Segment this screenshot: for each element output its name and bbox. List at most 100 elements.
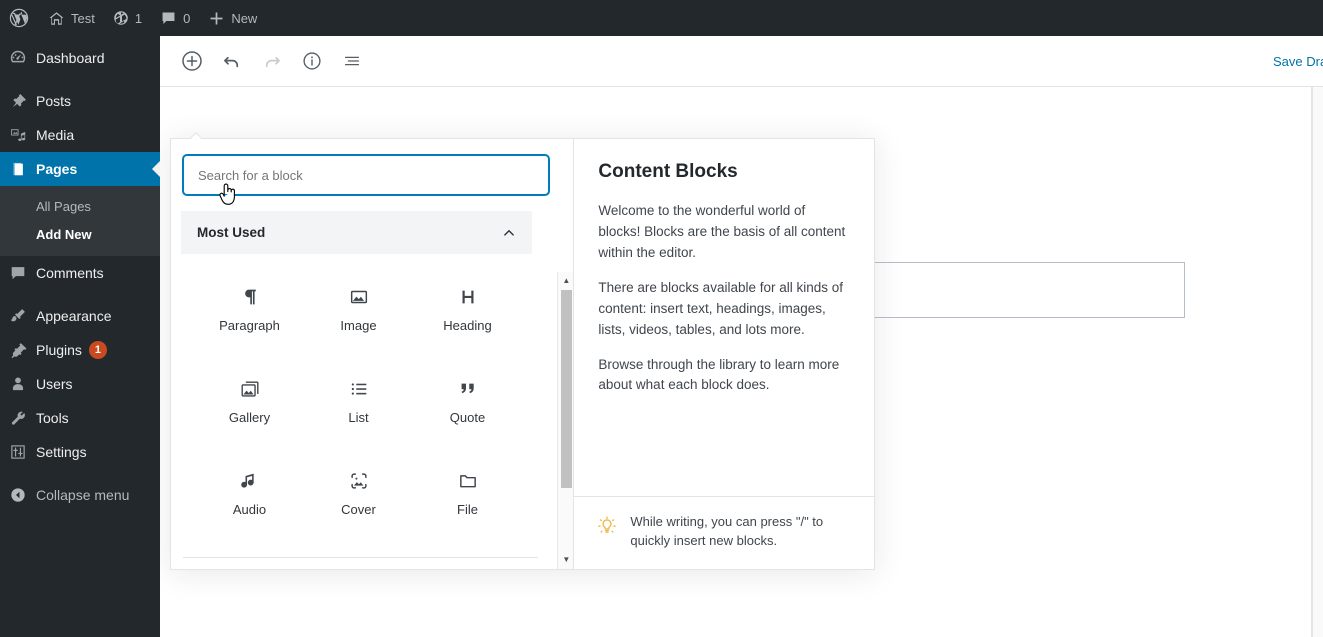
list-icon <box>348 374 370 404</box>
sidebar-item-users[interactable]: Users <box>0 367 160 401</box>
cover-icon <box>348 466 370 496</box>
save-draft-button[interactable]: Save Draf <box>1263 48 1323 75</box>
sidebar-item-media[interactable]: Media <box>0 118 160 152</box>
new-content-label: New <box>231 10 258 26</box>
sidebar-item-label: Tools <box>36 410 69 427</box>
lightbulb-icon <box>596 515 618 542</box>
sidebar-item-plugins[interactable]: Plugins 1 <box>0 333 160 367</box>
block-item-label: Paragraph <box>219 318 280 333</box>
sidebar-item-posts[interactable]: Posts <box>0 84 160 118</box>
heading-icon <box>457 282 479 312</box>
sidebar-item-label: Users <box>36 376 73 393</box>
block-item-label: Audio <box>232 502 267 517</box>
block-item-image[interactable]: Image <box>304 268 413 348</box>
updates-menu[interactable]: 1 <box>104 0 151 36</box>
block-item-gallery[interactable]: Gallery <box>195 360 304 440</box>
inserter-tip: While writing, you can press "/" to quic… <box>574 496 875 569</box>
tools-wrench-icon <box>0 409 36 427</box>
inserter-scroll-region: Most Used Paragraph Image Heading Galler… <box>171 203 574 569</box>
help-paragraph: There are blocks available for all kinds… <box>598 279 844 337</box>
inserter-panel-scrollbar[interactable]: ▲ ▼ <box>557 272 574 569</box>
site-name-menu[interactable]: Test <box>39 0 104 36</box>
plus-icon <box>208 10 225 27</box>
redo-button[interactable] <box>254 43 290 79</box>
sidebar-item-pages[interactable]: Pages <box>0 152 160 186</box>
quote-icon <box>457 374 479 404</box>
sidebar-subitem-add-new[interactable]: Add New <box>0 221 160 249</box>
plugins-update-badge: 1 <box>88 341 107 360</box>
sidebar-item-appearance[interactable]: Appearance <box>0 299 160 333</box>
collapse-menu-button[interactable]: Collapse menu <box>0 478 160 512</box>
block-type-grid: Paragraph Image Heading Gallery List Quo… <box>195 268 573 532</box>
undo-button[interactable] <box>214 43 250 79</box>
scrollbar-thumb[interactable] <box>561 290 573 488</box>
block-item-quote[interactable]: Quote <box>413 360 522 440</box>
wordpress-logo-icon <box>9 8 29 28</box>
help-panel-title: Content Blocks <box>598 161 738 182</box>
collapse-menu-label: Collapse menu <box>36 487 130 504</box>
scroll-down-arrow-icon[interactable]: ▼ <box>558 551 573 568</box>
sidebar-item-label: Posts <box>36 93 72 109</box>
sidebar-item-label: Settings <box>36 444 87 461</box>
block-item-paragraph[interactable]: Paragraph <box>195 268 304 348</box>
pages-submenu: All Pages Add New <box>0 186 160 257</box>
block-item-label: File <box>457 502 478 517</box>
block-item-label: List <box>348 410 369 425</box>
editor-vertical-scrollbar[interactable] <box>1312 87 1323 637</box>
sidebar-item-settings[interactable]: Settings <box>0 435 160 469</box>
block-item-heading[interactable]: Heading <box>413 268 522 348</box>
help-paragraph: Welcome to the wonderful world of blocks… <box>598 203 846 260</box>
home-icon <box>48 10 65 27</box>
sidebar-item-comments[interactable]: Comments <box>0 256 160 290</box>
menu-separator <box>0 75 160 84</box>
most-used-panel-header[interactable]: Most Used <box>181 211 532 254</box>
updates-icon <box>113 10 129 26</box>
gallery-icon <box>239 374 261 404</box>
block-item-file[interactable]: File <box>413 452 522 532</box>
collapse-arrow-icon <box>0 486 36 504</box>
menu-separator <box>0 469 160 478</box>
sidebar-item-label: Comments <box>36 265 104 282</box>
search-input[interactable] <box>183 155 549 195</box>
sidebar-item-dashboard[interactable]: Dashboard <box>0 41 160 75</box>
inserter-help-panel: Content Blocks Welcome to the wonderful … <box>574 139 875 569</box>
block-item-label: Cover <box>341 502 376 517</box>
block-item-audio[interactable]: Audio <box>195 452 304 532</box>
sidebar-item-tools[interactable]: Tools <box>0 401 160 435</box>
block-item-label: Image <box>340 318 377 333</box>
audio-icon <box>239 466 261 496</box>
add-block-button[interactable] <box>174 43 210 79</box>
sidebar-item-label: Pages <box>36 161 78 177</box>
block-item-cover[interactable]: Cover <box>304 452 413 532</box>
plugins-plug-icon <box>0 341 36 359</box>
block-item-list[interactable]: List <box>304 360 413 440</box>
popover-caret-icon <box>187 130 205 139</box>
admin-sidebar-menu: Dashboard Posts Media Pages All Pages Ad… <box>0 36 160 637</box>
help-paragraph: Browse through the library to learn more… <box>598 356 840 393</box>
appearance-brush-icon <box>0 307 36 325</box>
comments-count-label: 0 <box>183 10 191 26</box>
admin-bar: Test 1 0 New <box>0 0 1323 36</box>
pages-icon <box>0 160 36 178</box>
content-structure-info-button[interactable] <box>294 43 330 79</box>
posts-pin-icon <box>0 92 36 110</box>
block-editor: Save Draf Most Used <box>160 36 1323 637</box>
chevron-up-icon <box>500 224 518 242</box>
block-navigation-button[interactable] <box>334 43 370 79</box>
updates-count-label: 1 <box>134 10 143 26</box>
most-used-panel-title: Most Used <box>197 225 266 240</box>
dashboard-icon <box>0 49 36 67</box>
sidebar-item-label: Media <box>36 127 75 143</box>
image-icon <box>348 282 370 312</box>
wordpress-logo-button[interactable] <box>0 0 39 36</box>
sidebar-subitem-all-pages[interactable]: All Pages <box>0 193 160 221</box>
comments-menu[interactable]: 0 <box>151 0 199 36</box>
sidebar-item-label: Dashboard <box>36 50 105 66</box>
editor-toolbar-left <box>160 43 370 79</box>
scroll-up-arrow-icon[interactable]: ▲ <box>558 272 573 289</box>
block-item-label: Heading <box>443 318 492 333</box>
new-content-menu[interactable]: New <box>199 0 266 36</box>
paragraph-icon <box>239 282 261 312</box>
inserter-bottom-divider <box>183 557 538 558</box>
block-item-label: Quote <box>449 410 486 425</box>
